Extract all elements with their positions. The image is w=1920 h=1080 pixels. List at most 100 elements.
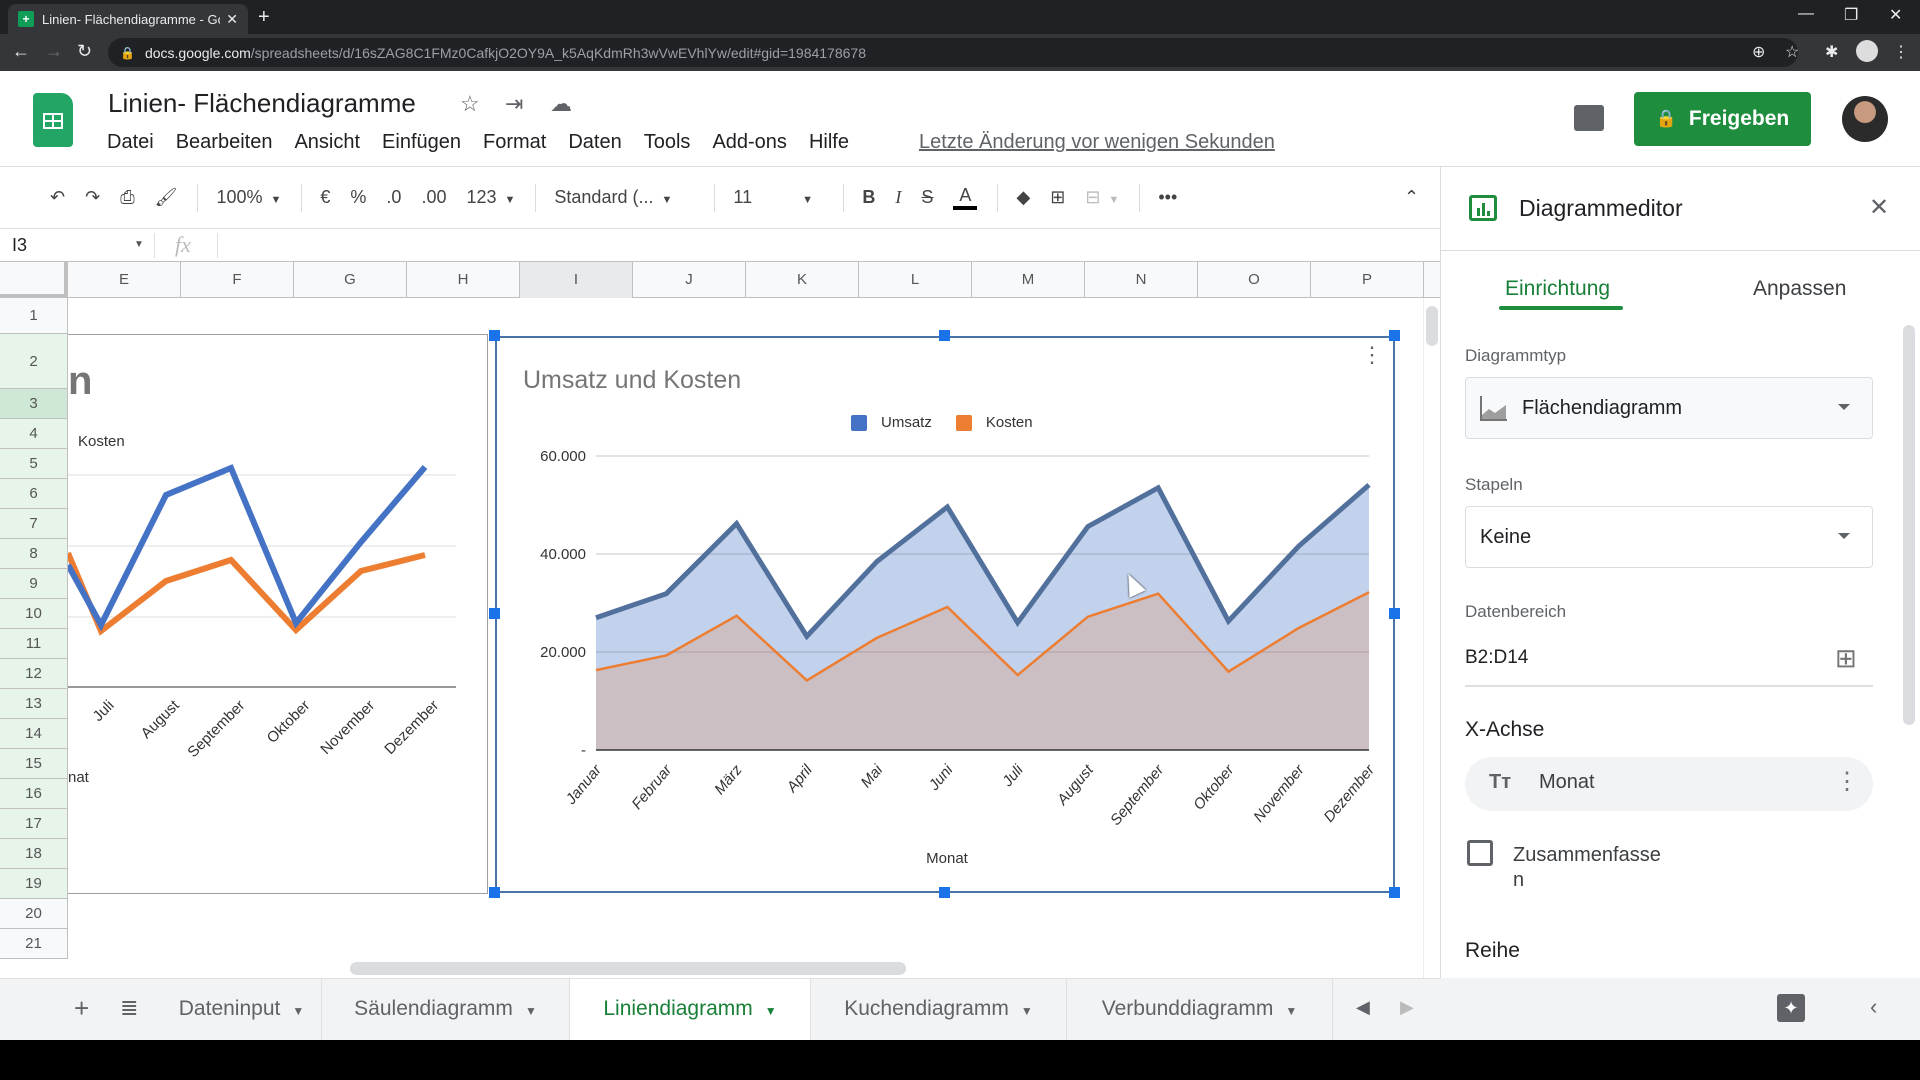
column-header-l[interactable]: L <box>859 262 972 298</box>
row-header-21[interactable]: 21 <box>0 929 68 959</box>
currency-format-button[interactable]: € <box>320 187 330 208</box>
sheet-tab-saeulendiagramm[interactable]: Säulendiagramm ▼ <box>322 979 570 1041</box>
menu-format[interactable]: Format <box>483 131 546 154</box>
bookmark-star-icon[interactable]: ☆ <box>1785 42 1799 62</box>
menu-einfuegen[interactable]: Einfügen <box>382 131 461 154</box>
menu-ansicht[interactable]: Ansicht <box>294 131 360 154</box>
x-axis-chip[interactable]: Tт Monat ⋮ <box>1465 757 1873 811</box>
extensions-icon[interactable]: ✱ <box>1825 42 1838 62</box>
cloud-saved-icon[interactable]: ☁ <box>550 91 572 117</box>
column-header-i[interactable]: I <box>520 262 633 298</box>
aggregate-checkbox[interactable] <box>1467 840 1493 866</box>
select-all-corner[interactable] <box>0 262 68 298</box>
comments-icon[interactable] <box>1574 105 1604 131</box>
zoom-icon[interactable]: ⊕ <box>1752 42 1765 62</box>
resize-handle[interactable] <box>489 608 500 619</box>
resize-handle[interactable] <box>489 887 500 898</box>
font-select[interactable]: Standard (... ▼ <box>554 187 694 208</box>
sheet-tab-liniendiagramm[interactable]: Liniendiagramm ▼ <box>570 979 811 1041</box>
horizontal-scroll-thumb[interactable] <box>350 962 906 975</box>
name-box[interactable]: I3 <box>12 235 27 256</box>
chart-type-select[interactable]: Flächendiagramm <box>1465 377 1873 439</box>
row-header-12[interactable]: 12 <box>0 659 68 689</box>
row-header-17[interactable]: 17 <box>0 809 68 839</box>
resize-handle[interactable] <box>939 330 950 341</box>
forward-icon[interactable]: → <box>45 41 63 62</box>
column-header-g[interactable]: G <box>294 262 407 298</box>
sheet-tab-dateninput[interactable]: Dateninput ▼ <box>162 979 322 1041</box>
area-chart[interactable]: Umsatz und Kosten ⋮ Umsatz Kosten -20.00… <box>495 336 1395 893</box>
sheets-logo-icon[interactable] <box>33 93 73 147</box>
resize-handle[interactable] <box>1389 330 1400 341</box>
close-panel-icon[interactable]: ✕ <box>1869 193 1889 222</box>
spreadsheet-grid[interactable]: EFGHIJKLMNOP 1 2 3 4 5 6 7 8 9 10 11 12 13 14 15 16 17 18… <box>0 262 1440 978</box>
row-header-1[interactable]: 1 <box>0 298 68 334</box>
more-formats-button[interactable]: 123 ▼ <box>466 187 515 208</box>
last-edit-link[interactable]: Letzte Änderung vor wenigen Sekunden <box>919 131 1275 154</box>
row-header-4[interactable]: 4 <box>0 419 68 449</box>
explore-icon[interactable]: ✦ <box>1777 994 1805 1022</box>
resize-handle[interactable] <box>1389 608 1400 619</box>
browser-tab[interactable]: + Linien- Flächendiagramme - Goo ✕ <box>8 4 248 34</box>
menu-hilfe[interactable]: Hilfe <box>809 131 849 154</box>
print-icon[interactable]: ⎙ <box>120 187 134 208</box>
row-header-9[interactable]: 9 <box>0 569 68 599</box>
row-header-14[interactable]: 14 <box>0 719 68 749</box>
all-sheets-icon[interactable]: ≣ <box>120 995 138 1021</box>
column-header-o[interactable]: O <box>1198 262 1311 298</box>
font-size-select[interactable]: 11 ▼ <box>733 187 823 208</box>
decrease-decimals-button[interactable]: .0 <box>386 187 401 208</box>
percent-format-button[interactable]: % <box>350 187 366 208</box>
move-folder-icon[interactable]: ⇥ <box>505 91 523 117</box>
row-header-20[interactable]: 20 <box>0 899 68 929</box>
column-header-h[interactable]: H <box>407 262 520 298</box>
column-header-m[interactable]: M <box>972 262 1085 298</box>
formula-input[interactable] <box>230 235 1430 257</box>
row-header-15[interactable]: 15 <box>0 749 68 779</box>
row-header-11[interactable]: 11 <box>0 629 68 659</box>
text-color-button[interactable]: A <box>953 185 978 210</box>
more-options-button[interactable]: ••• <box>1158 187 1177 208</box>
url-field[interactable]: 🔒 docs.google.com /spreadsheets/d/16sZAG… <box>108 38 1798 67</box>
document-title[interactable]: Linien- Flächendiagramme <box>108 88 416 119</box>
undo-icon[interactable]: ↶ <box>50 187 65 208</box>
row-header-6[interactable]: 6 <box>0 479 68 509</box>
vertical-scrollbar[interactable] <box>1423 298 1440 978</box>
star-icon[interactable]: ☆ <box>460 91 480 117</box>
row-header-8[interactable]: 8 <box>0 539 68 569</box>
menu-addons[interactable]: Add-ons <box>712 131 787 154</box>
reload-icon[interactable]: ↻ <box>77 41 92 62</box>
bold-button[interactable]: B <box>862 187 875 208</box>
user-avatar[interactable] <box>1842 96 1888 142</box>
collapse-side-panel-icon[interactable]: ‹ <box>1870 994 1877 1020</box>
add-sheet-icon[interactable]: + <box>74 993 89 1024</box>
row-header-7[interactable]: 7 <box>0 509 68 539</box>
fill-color-icon[interactable]: ◆ <box>1016 187 1030 208</box>
row-header-3[interactable]: 3 <box>0 389 68 419</box>
data-range-input[interactable]: B2:D14 ⊞ <box>1465 643 1873 687</box>
menu-daten[interactable]: Daten <box>568 131 621 154</box>
row-header-5[interactable]: 5 <box>0 449 68 479</box>
row-header-16[interactable]: 16 <box>0 779 68 809</box>
scroll-tabs-right-icon[interactable]: ▶ <box>1400 997 1414 1018</box>
tab-einrichtung[interactable]: Einrichtung <box>1505 277 1610 301</box>
row-header-13[interactable]: 13 <box>0 689 68 719</box>
row-header-18[interactable]: 18 <box>0 839 68 869</box>
more-vert-icon[interactable]: ⋮ <box>1835 767 1859 796</box>
line-chart-partial[interactable]: n Kosten Juli August September Oktober Novem… <box>68 334 488 894</box>
share-button[interactable]: 🔒 Freigeben <box>1634 92 1811 146</box>
sheet-tab-kuchendiagramm[interactable]: Kuchendiagramm ▼ <box>811 979 1067 1041</box>
stack-select[interactable]: Keine <box>1465 506 1873 568</box>
italic-button[interactable]: I <box>895 187 901 208</box>
row-header-10[interactable]: 10 <box>0 599 68 629</box>
merge-cells-icon[interactable]: ⊟ ▼ <box>1085 187 1119 208</box>
column-header-p[interactable]: P <box>1311 262 1424 298</box>
panel-scrollbar[interactable] <box>1903 325 1915 725</box>
collapse-toolbar-icon[interactable]: ⌃ <box>1404 187 1419 208</box>
menu-bearbeiten[interactable]: Bearbeiten <box>176 131 273 154</box>
close-window-icon[interactable]: ✕ <box>1889 5 1902 25</box>
resize-handle[interactable] <box>939 887 950 898</box>
column-header-n[interactable]: N <box>1085 262 1198 298</box>
browser-menu-icon[interactable]: ⋮ <box>1893 42 1909 62</box>
redo-icon[interactable]: ↷ <box>85 187 100 208</box>
